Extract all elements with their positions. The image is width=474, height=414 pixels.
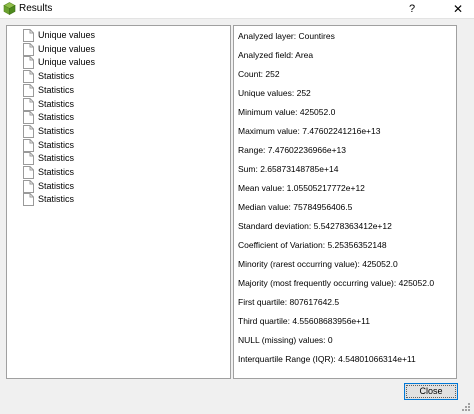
document-icon <box>23 138 34 152</box>
document-icon <box>23 70 34 84</box>
tree-item-label: Statistics <box>38 180 75 191</box>
detail-maximum-value: Maximum value: 7.47602241216e+13 <box>238 126 381 136</box>
document-icon <box>23 83 34 97</box>
document-icon <box>23 124 34 138</box>
detail-standard-deviation: Standard deviation: 5.54278363412e+12 <box>238 221 392 231</box>
tree-item-label: Statistics <box>38 139 75 150</box>
detail-minimum-value: Minimum value: 425052.0 <box>238 107 336 117</box>
detail-range: Range: 7.47602236966e+13 <box>238 145 347 155</box>
tree-item-label: Statistics <box>38 194 75 205</box>
tree-item-label: Unique values <box>38 43 96 54</box>
tree-item-label: Statistics <box>38 112 75 123</box>
tree-item-label: Unique values <box>38 57 96 68</box>
results-details: Analyzed layer: Countires Analyzed field… <box>233 25 457 379</box>
detail-mean-value: Mean value: 1.05505217772e+12 <box>238 183 365 193</box>
tree-item-label: Unique values <box>38 30 96 40</box>
detail-minority: Minority (rarest occurring value): 42505… <box>238 259 398 269</box>
document-icon <box>23 29 34 42</box>
document-icon <box>23 111 34 125</box>
document-icon <box>23 193 34 207</box>
detail-count: Count: 252 <box>238 69 280 79</box>
resize-grip-icon[interactable] <box>461 402 471 412</box>
document-icon <box>23 56 34 70</box>
detail-unique-values: Unique values: 252 <box>238 88 311 98</box>
detail-analyzed-field: Analyzed field: Area <box>238 50 314 60</box>
tree-item-label: Statistics <box>38 153 75 164</box>
title-bar: Results ? ✕ <box>0 0 474 19</box>
document-icon <box>23 97 34 111</box>
detail-third-quartile: Third quartile: 4.55608683956e+11 <box>238 316 370 326</box>
detail-first-quartile: First quartile: 807617642.5 <box>238 297 340 307</box>
detail-analyzed-layer: Analyzed layer: Countires <box>238 31 335 41</box>
results-tree[interactable]: Unique values Unique values Unique value… <box>6 25 231 379</box>
detail-median-value: Median value: 75784956406.5 <box>238 202 353 212</box>
detail-sum: Sum: 2.65873148785e+14 <box>238 164 339 174</box>
window-title: Results <box>19 3 53 14</box>
document-icon <box>23 179 34 193</box>
window-close-button[interactable]: ✕ <box>444 0 472 18</box>
help-button[interactable]: ? <box>402 0 422 18</box>
detail-null-values: NULL (missing) values: 0 <box>238 335 333 345</box>
results-app-icon <box>3 2 16 15</box>
detail-coefficient-of-variation: Coefficient of Variation: 5.25356352148 <box>238 240 387 250</box>
document-icon <box>23 42 34 56</box>
document-icon <box>23 166 34 179</box>
tree-item-label: Statistics <box>38 167 75 177</box>
close-button[interactable]: Close <box>404 383 458 400</box>
tree-item-label: Statistics <box>38 71 75 82</box>
detail-majority: Majority (most frequently occurring valu… <box>238 278 435 288</box>
document-icon <box>23 152 34 166</box>
tree-item-label: Statistics <box>38 125 75 136</box>
detail-interquartile-range: Interquartile Range (IQR): 4.54801066314… <box>238 354 416 364</box>
tree-item-label: Statistics <box>38 98 75 109</box>
tree-item-label: Statistics <box>38 84 75 95</box>
